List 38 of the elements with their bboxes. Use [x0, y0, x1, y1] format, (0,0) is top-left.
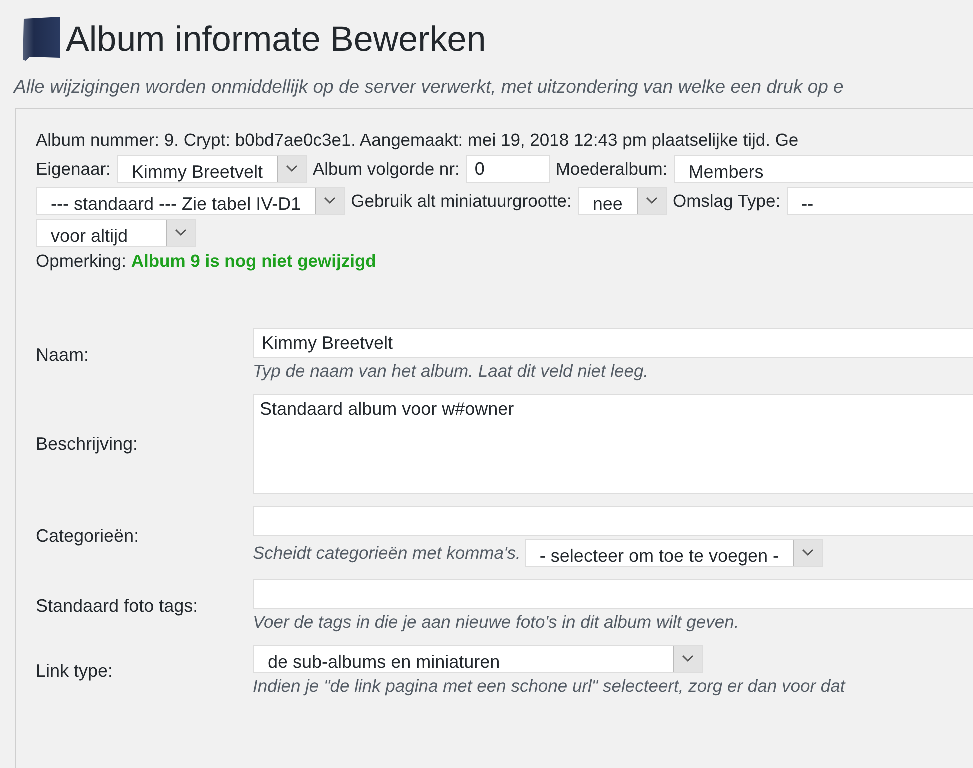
input-field[interactable]: Kimmy Breetvelt [253, 328, 973, 358]
album-icon [20, 16, 62, 62]
chevron-down-icon [646, 197, 658, 205]
field-label: Gebruik alt miniatuurgrootte: [351, 190, 572, 212]
remark-text: Opmerking: Album 9 is nog niet gewijzigd [36, 251, 376, 272]
field-label: Eigenaar: [36, 158, 111, 180]
chevron-down-icon [175, 229, 187, 237]
field-label: Standaard foto tags: [36, 596, 200, 616]
album-info: Album nummer: 9. Crypt: b0bd7ae0c3e1. Aangemaakt: mei 19, 2018 12:43 pm plaatselijke tijd. Ge [36, 129, 800, 151]
input-field[interactable]: 0 [466, 155, 550, 183]
field-label: Categorieën: [36, 526, 140, 547]
chevron-down-icon [682, 655, 694, 663]
input-field[interactable] [253, 506, 973, 536]
page-subtitle: Alle wijzigingen worden onmiddellijk op de server verwerkt, met uitzondering van welke een druk op e [14, 76, 845, 98]
dropdown[interactable]: - selecteer om toe te voegen - [524, 539, 824, 567]
field-label: Album volgorde nr: [312, 158, 460, 180]
field-label: Beschrijving: [36, 434, 140, 454]
field-label: Omslag Type: [672, 190, 781, 212]
dropdown[interactable]: -- [786, 187, 973, 215]
field-label: Naam: [36, 344, 90, 366]
dropdown[interactable]: de sub-albums en miniaturen [253, 645, 703, 673]
field-hint: Indien je "de link pagina met een schone url" selecteert, zorg er dan voor dat [253, 676, 846, 697]
chevron-down-icon [324, 197, 336, 205]
field-hint: Scheidt categorieën met komma's. [253, 542, 521, 564]
field-hint: Typ de naam van het album. Laat dit veld niet leeg. [253, 361, 649, 382]
dropdown[interactable]: voor altijd [36, 219, 196, 247]
dropdown[interactable]: Members [674, 155, 973, 183]
field-label: Link type: [36, 660, 114, 682]
field-hint: Voer de tags in die je aan nieuwe foto's in dit album wilt geven. [253, 612, 740, 633]
field-label: Moederalbum: [556, 158, 668, 180]
input-field[interactable] [253, 579, 973, 609]
text-area[interactable]: Standaard album voor w#owner [253, 394, 973, 494]
page-title: Album informate Bewerken [66, 19, 486, 61]
dropdown[interactable]: --- standaard --- Zie tabel IV-D1 [36, 187, 346, 215]
dropdown[interactable]: Kimmy Breetvelt [116, 155, 307, 183]
dropdown[interactable]: nee [578, 187, 667, 215]
chevron-down-icon [802, 549, 814, 557]
chevron-down-icon [286, 165, 298, 173]
